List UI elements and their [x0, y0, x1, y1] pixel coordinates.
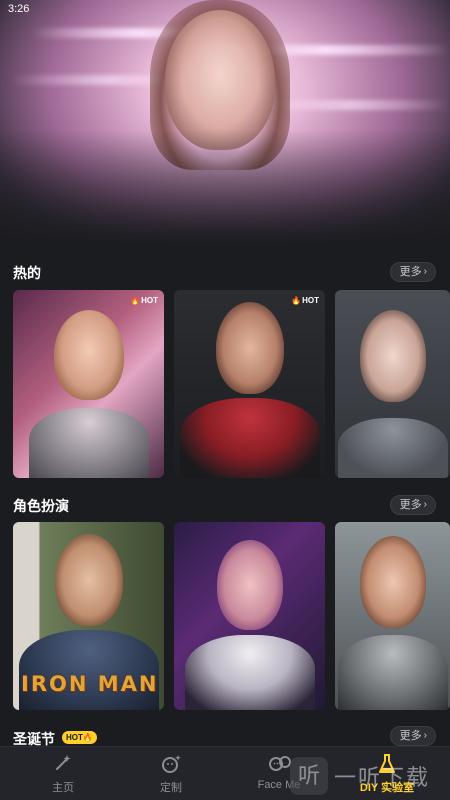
card-hot-2[interactable]: 🔥 HOT — [174, 290, 325, 478]
card-figure-body — [179, 398, 320, 478]
tab-home-label: 主页 — [52, 782, 74, 794]
tab-custom-label: 定制 — [160, 782, 182, 794]
card-figure-body — [18, 630, 159, 710]
card-role-3[interactable] — [335, 522, 450, 710]
chevron-right-icon: › — [423, 730, 427, 741]
hot-badge-label: HOT — [141, 296, 158, 305]
more-button-roleplay[interactable]: 更多 › — [389, 495, 436, 515]
more-label: 更多 — [399, 730, 422, 742]
card-role-1[interactable]: IRON MAN — [13, 522, 164, 710]
flame-icon: 🔥 — [130, 296, 141, 305]
chevron-right-icon: › — [423, 266, 427, 277]
card-hot-1[interactable]: 🔥 HOT — [13, 290, 164, 478]
card-portrait — [54, 534, 123, 626]
more-button-christmas[interactable]: 更多 › — [389, 726, 436, 746]
hero-fade — [0, 130, 450, 250]
magic-wand-icon — [52, 753, 74, 775]
more-label: 更多 — [399, 499, 422, 511]
card-figure-body — [337, 418, 448, 478]
more-button-hot[interactable]: 更多 › — [389, 262, 436, 282]
card-portrait — [359, 310, 426, 402]
card-portrait — [53, 310, 124, 400]
card-role-2[interactable] — [174, 522, 325, 710]
card-portrait — [216, 540, 283, 630]
chevron-right-icon: › — [423, 499, 427, 510]
card-figure-body — [28, 408, 149, 478]
hot-badge-label: HOT — [302, 296, 319, 305]
app-screen: 3:26 热的 更多 › 🔥 HOT 🔥 HOT 角色扮演 更多 › IRON MA… — [0, 0, 450, 800]
watermark-text: 一听下载 — [334, 765, 431, 790]
tab-home[interactable]: 主页 — [18, 753, 108, 799]
section-title-hot: 热的 — [13, 265, 41, 281]
card-figure-body — [337, 635, 448, 710]
hot-pill: HOT🔥 — [62, 731, 97, 744]
hero-banner[interactable] — [0, 0, 450, 250]
hero-portrait — [165, 10, 275, 150]
section-title-roleplay: 角色扮演 — [13, 498, 69, 514]
card-figure-body — [184, 635, 315, 710]
tab-custom[interactable]: 定制 — [126, 753, 216, 799]
hot-badge: 🔥 HOT — [130, 296, 158, 305]
watermark-logo: 听 — [290, 757, 328, 795]
flame-icon: 🔥 — [82, 733, 93, 742]
card-portrait — [215, 302, 284, 394]
iron-man-title: IRON MAN — [21, 672, 159, 696]
card-portrait — [359, 536, 426, 628]
hot-badge: 🔥 HOT — [291, 296, 319, 305]
card-hot-3[interactable] — [335, 290, 450, 478]
flame-icon: 🔥 — [291, 296, 302, 305]
face-sparkle-icon — [160, 753, 182, 775]
more-label: 更多 — [399, 266, 422, 278]
watermark: 听 一听下载 — [290, 752, 450, 800]
hot-pill-label: HOT — [66, 733, 83, 742]
status-time: 3:26 — [8, 3, 30, 15]
faces-icon — [268, 753, 291, 775]
